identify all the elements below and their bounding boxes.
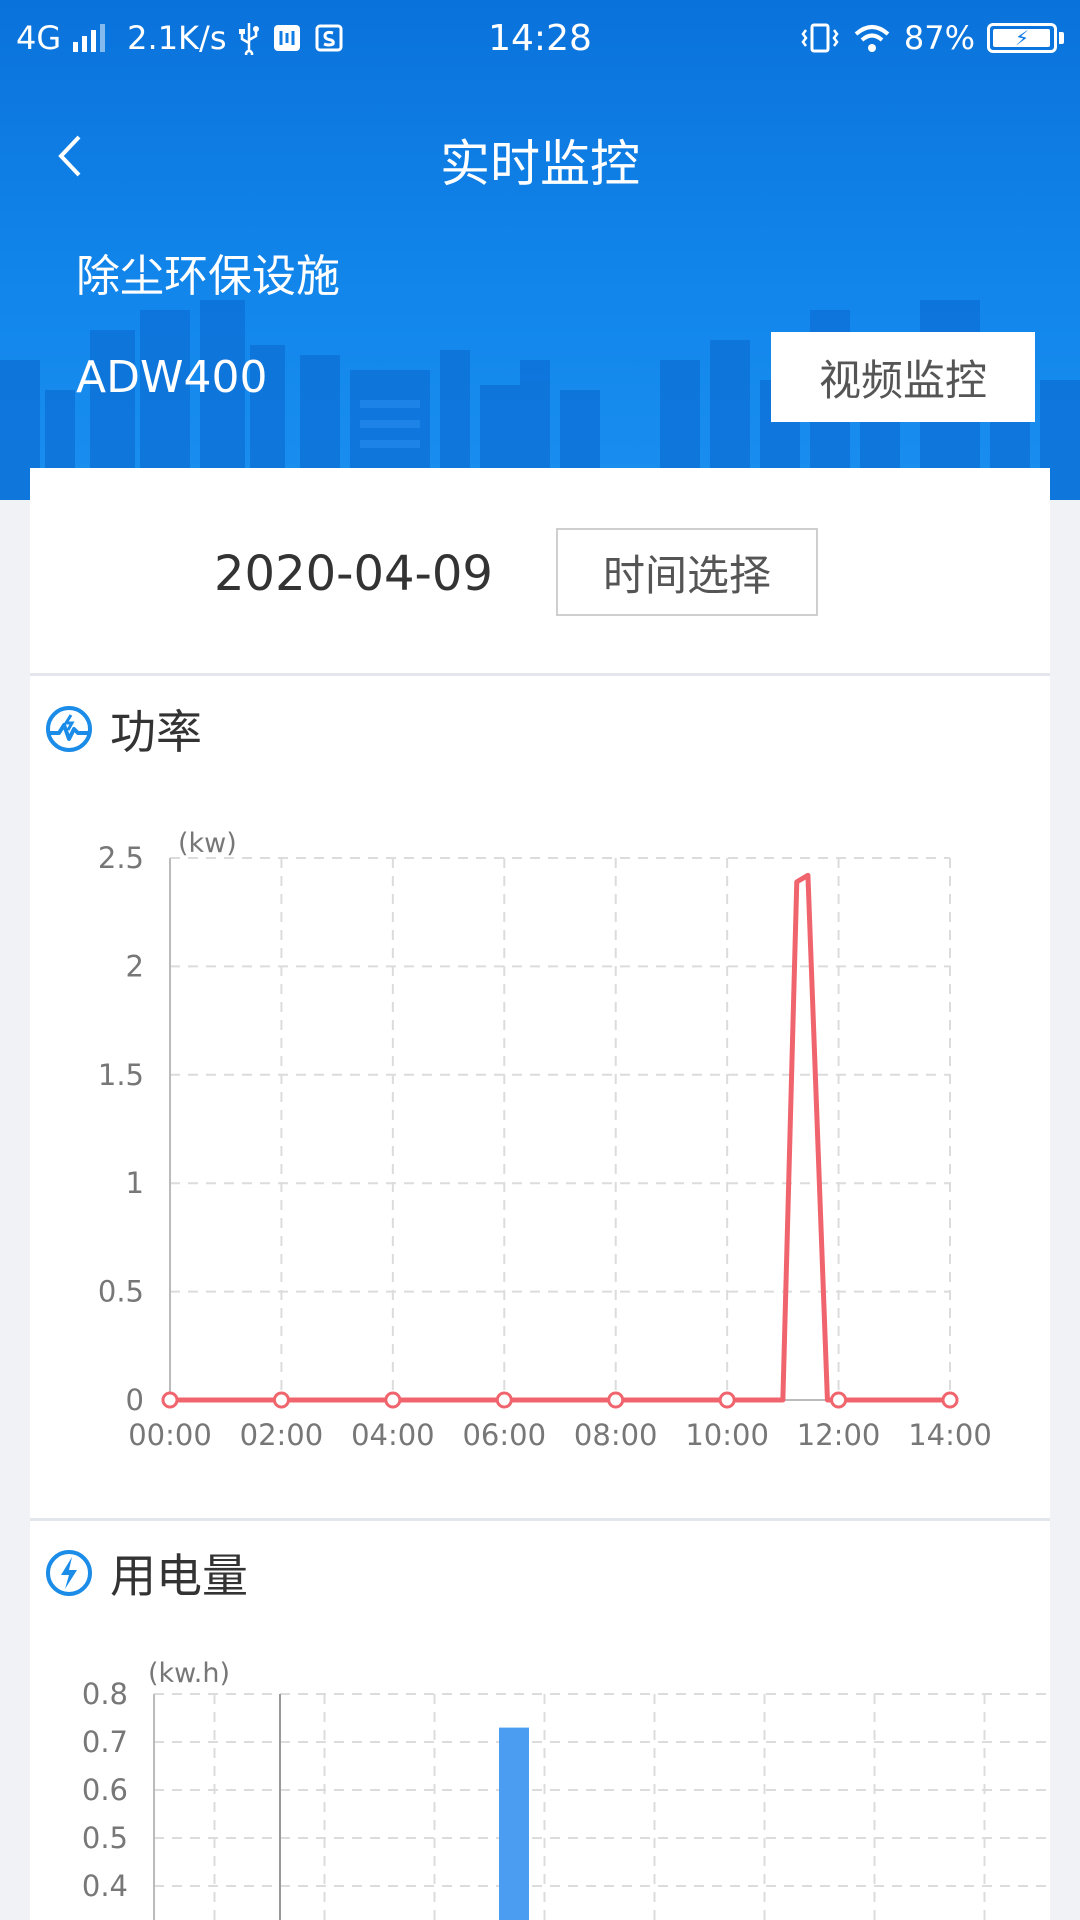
network-speed: 2.1K/s: [127, 19, 227, 57]
power-point-marker: [272, 1391, 290, 1409]
power-point-marker: [941, 1391, 959, 1409]
power-point-marker: [718, 1391, 736, 1409]
power-point-marker: [495, 1391, 513, 1409]
back-button[interactable]: [40, 118, 100, 194]
y-tick-label: 2.5: [98, 841, 144, 875]
y-tick-label: 1: [126, 1166, 144, 1200]
x-tick-label: 14:00: [908, 1418, 992, 1448]
header-banner: 4G 2.1K/s 14:28 87% ⚡ 实时监控 除尘环保设施 ADW400…: [0, 0, 1080, 500]
power-point-marker: [384, 1391, 402, 1409]
power-chart-icon: [46, 706, 92, 752]
y-tick-label: 0.6: [82, 1773, 128, 1807]
energy-bar-chart: (kw.h) 0.4 0.5 0.6 0.7 0.8: [82, 1658, 1050, 1920]
energy-bar: [499, 1727, 529, 1920]
device-model: ADW400: [76, 352, 268, 403]
facility-name: 除尘环保设施: [76, 251, 340, 302]
energy-section-header: 用电量: [44, 1538, 248, 1608]
signal-icon: [73, 24, 106, 52]
lightning-icon: [46, 1550, 92, 1596]
date-selector-row: 2020-04-09 时间选择: [30, 468, 1050, 676]
video-monitor-button[interactable]: 视频监控: [771, 332, 1035, 422]
vibrate-icon: [800, 22, 840, 54]
battery-icon: ⚡: [987, 23, 1057, 53]
x-tick-label: 04:00: [351, 1418, 435, 1448]
x-tick-label: 02:00: [240, 1418, 324, 1448]
section-divider: [30, 1518, 1050, 1521]
x-tick-label: 00:00: [128, 1418, 212, 1448]
wifi-icon: [852, 22, 892, 54]
power-section-title: 功率: [110, 705, 202, 759]
time-select-button[interactable]: 时间选择: [556, 528, 818, 616]
power-series-line: [170, 872, 950, 1403]
status-bar: 4G 2.1K/s 14:28 87% ⚡: [0, 0, 1080, 76]
power-point-marker: [607, 1391, 625, 1409]
y-tick-label: 0.8: [82, 1677, 128, 1711]
y-tick-label: 0.7: [82, 1725, 128, 1759]
monitor-card: 2020-04-09 时间选择 功率 (kw) 00:00 02:00 04:00 06…: [30, 468, 1050, 1920]
energy-unit-label: (kw.h): [148, 1658, 230, 1689]
selected-date: 2020-04-09: [214, 546, 493, 602]
usb-icon: [238, 21, 260, 55]
y-tick-label: 0: [126, 1383, 144, 1417]
power-line-chart: (kw) 00:00 02:00 04:00 06:00 08:00 10:00 12:00 1…: [98, 828, 992, 1448]
power-point-marker: [830, 1391, 848, 1409]
energy-section-title: 用电量: [110, 1549, 248, 1603]
x-tick-label: 10:00: [685, 1418, 769, 1448]
battery-tip: [1059, 32, 1064, 44]
y-tick-label: 0.4: [82, 1869, 128, 1903]
y-tick-label: 0.5: [82, 1821, 128, 1855]
y-tick-label: 2: [126, 949, 144, 983]
network-type: 4G: [16, 19, 62, 57]
x-tick-label: 08:00: [574, 1418, 658, 1448]
x-tick-label: 12:00: [797, 1418, 881, 1448]
chevron-left-icon: [58, 135, 81, 177]
power-section-header: 功率: [44, 694, 202, 764]
power-point-marker: [161, 1391, 179, 1409]
page-title: 实时监控: [440, 135, 640, 193]
storage-icon: [314, 23, 344, 53]
power-unit-label: (kw): [178, 828, 237, 859]
x-tick-label: 06:00: [462, 1418, 546, 1448]
usb-debug-icon: [272, 23, 302, 53]
y-tick-label: 1.5: [98, 1058, 144, 1092]
battery-percent: 87%: [903, 19, 975, 57]
y-tick-label: 0.5: [98, 1275, 144, 1309]
